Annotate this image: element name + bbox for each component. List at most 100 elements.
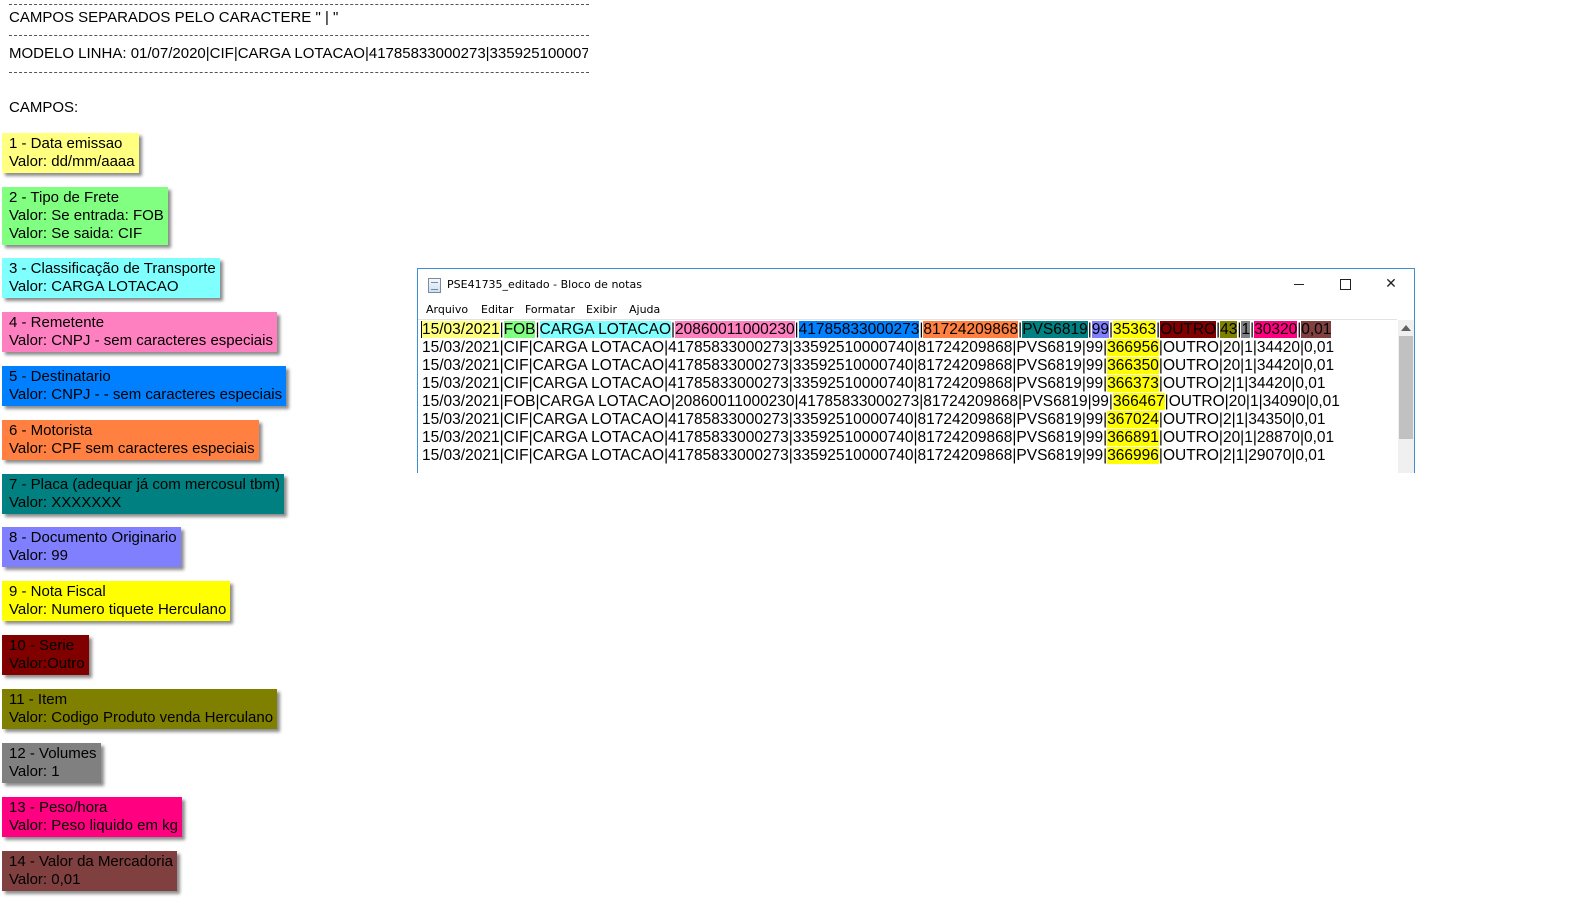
field-note: 2 - Tipo de Frete Valor: Se entrada: FOB V… xyxy=(2,187,168,245)
maximize-button[interactable] xyxy=(1322,269,1368,301)
model-line: MODELO LINHA: 01/07/2020|CIF|CARGA LOTAC… xyxy=(9,45,588,62)
field-note-value: Valor: dd/mm/aaaa xyxy=(9,153,135,170)
field-note-name: 12 - Volumes xyxy=(9,745,97,762)
separator-line xyxy=(9,72,589,73)
minimize-button[interactable] xyxy=(1276,269,1322,301)
pipe-separator: | xyxy=(535,321,540,338)
highlighted-field: FOB xyxy=(503,321,536,338)
field-note-value: Valor:Outro xyxy=(9,655,85,672)
line-text: |OUTRO|20|1|34090|0,01 xyxy=(1164,393,1340,410)
notepad-icon xyxy=(428,278,441,293)
text-line: 15/03/2021|CIF|CARGA LOTACAO|41785833000… xyxy=(422,411,1326,429)
text-line: 15/03/2021|CIF|CARGA LOTACAO|41785833000… xyxy=(422,375,1326,393)
field-note: 7 - Placa (adequar já com mercosul tbm) V… xyxy=(2,474,284,514)
line-text: |OUTRO|20|1|34420|0,01 xyxy=(1158,339,1335,356)
fields-label: CAMPOS: xyxy=(9,99,79,116)
text-line: 15/03/2021|CIF|CARGA LOTACAO|41785833000… xyxy=(422,357,1334,375)
field-note-value: Valor: 99 xyxy=(9,547,68,564)
field-note: 6 - Motorista Valor: CPF sem caracteres e… xyxy=(2,420,259,460)
field-note: 8 - Documento Originario Valor: 99 xyxy=(2,527,181,567)
field-note: 12 - Volumes Valor: 1 xyxy=(2,743,101,783)
field-note-name: 13 - Peso/hora xyxy=(9,799,108,816)
field-note-value: Valor: Peso liquido em kg xyxy=(9,817,178,834)
highlighted-field: 15/03/2021 xyxy=(422,321,500,338)
line-text: 15/03/2021|CIF|CARGA LOTACAO|41785833000… xyxy=(422,447,1108,464)
document-title: CAMPOS SEPARADOS PELO CARACTERE " | " xyxy=(9,9,339,26)
field-note-value: Valor: 0,01 xyxy=(9,871,81,888)
highlighted-field: 20860011000230 xyxy=(675,321,795,338)
field-note-name: 2 - Tipo de Frete xyxy=(9,189,120,206)
field-note-value: Valor: Se entrada: FOB xyxy=(9,207,164,224)
field-note-name: 4 - Remetente xyxy=(9,314,105,331)
field-note-name: 6 - Motorista xyxy=(9,422,93,439)
field-note-name: 9 - Nota Fiscal xyxy=(9,583,106,600)
highlighted-field: 41785833000273 xyxy=(798,321,920,338)
text-editor[interactable]: 15/03/2021|FOB|CARGA LOTACAO|20860011000… xyxy=(418,319,1397,473)
vertical-scrollbar[interactable] xyxy=(1398,320,1414,473)
field-note-value: Valor: 1 xyxy=(9,763,60,780)
field-note-value: Valor: CARGA LOTACAO xyxy=(9,278,179,295)
window-title: PSE41735_editado - Bloco de notas xyxy=(447,278,642,291)
highlighted-field: 1 xyxy=(1241,321,1251,338)
field-note: 9 - Nota Fiscal Valor: Numero tiquete Her… xyxy=(2,581,231,621)
field-note-value: Valor: Numero tiquete Herculano xyxy=(9,601,227,618)
line-text: 15/03/2021|CIF|CARGA LOTACAO|41785833000… xyxy=(422,357,1108,374)
highlighted-nota-fiscal: 366373 xyxy=(1107,375,1159,392)
field-note-value: Valor: CPF sem caracteres especiais xyxy=(9,440,255,457)
highlighted-nota-fiscal: 366996 xyxy=(1107,447,1159,464)
field-note-name: 1 - Data emissao xyxy=(9,135,123,152)
minimize-icon xyxy=(1294,284,1304,285)
highlighted-nota-fiscal: 367024 xyxy=(1107,411,1159,428)
highlighted-field: 81724209868 xyxy=(923,321,1019,338)
text-line: 15/03/2021|CIF|CARGA LOTACAO|41785833000… xyxy=(422,429,1334,447)
line-text: 15/03/2021|CIF|CARGA LOTACAO|41785833000… xyxy=(422,339,1108,356)
field-note-value: Valor: Codigo Produto venda Herculano xyxy=(9,709,274,726)
line-text: |OUTRO|20|1|28870|0,01 xyxy=(1158,429,1335,446)
maximize-icon xyxy=(1340,279,1351,290)
text-caret xyxy=(421,321,422,338)
title-bar[interactable]: PSE41735_editado - Bloco de notas ✕ xyxy=(418,269,1414,301)
text-line: 15/03/2021|FOB|CARGA LOTACAO|20860011000… xyxy=(422,321,1332,339)
field-note-name: 10 - Serie xyxy=(9,637,75,654)
menu-bar: Arquivo Editar Formatar Exibir Ajuda xyxy=(418,301,1414,319)
field-note: 14 - Valor da Mercadoria Valor: 0,01 xyxy=(2,851,177,891)
field-note-name: 14 - Valor da Mercadoria xyxy=(9,853,173,870)
scroll-up-icon[interactable] xyxy=(1401,325,1411,331)
highlighted-nota-fiscal: 366467 xyxy=(1112,393,1165,410)
highlighted-field: 35363 xyxy=(1113,321,1157,338)
highlighted-field: 99 xyxy=(1091,321,1109,338)
field-note-value: Valor: CNPJ - sem caracteres especiais xyxy=(9,332,273,349)
line-text: |OUTRO|2|1|34420|0,01 xyxy=(1158,375,1326,392)
field-note: 5 - Destinatario Valor: CNPJ - - sem cara… xyxy=(2,366,287,406)
menu-ajuda[interactable]: Ajuda xyxy=(629,303,660,316)
field-note: 4 - Remetente Valor: CNPJ - sem caractere… xyxy=(2,312,277,352)
line-text: |OUTRO|20|1|34420|0,01 xyxy=(1158,357,1335,374)
close-icon: ✕ xyxy=(1385,276,1397,292)
menu-exibir[interactable]: Exibir xyxy=(586,303,617,316)
line-text: |OUTRO|2|1|34350|0,01 xyxy=(1158,411,1326,428)
field-note: 3 - Classificação de Transporte Valor: CA… xyxy=(2,258,220,298)
separator-line xyxy=(9,35,589,36)
menu-arquivo[interactable]: Arquivo xyxy=(426,303,468,316)
field-note-value: Valor: CNPJ - - sem caracteres especiais xyxy=(9,386,283,403)
notepad-window: PSE41735_editado - Bloco de notas ✕ Arqu… xyxy=(417,268,1415,473)
separator-line xyxy=(9,4,589,5)
menu-editar[interactable]: Editar xyxy=(481,303,514,316)
highlighted-field: CARGA LOTACAO xyxy=(539,321,672,338)
highlighted-nota-fiscal: 366891 xyxy=(1107,429,1159,446)
scroll-thumb[interactable] xyxy=(1399,336,1413,439)
highlighted-nota-fiscal: 366956 xyxy=(1107,339,1159,356)
menu-formatar[interactable]: Formatar xyxy=(525,303,575,316)
highlighted-field: 30320 xyxy=(1254,321,1298,338)
text-line: 15/03/2021|CIF|CARGA LOTACAO|41785833000… xyxy=(422,339,1334,357)
field-note-name: 7 - Placa (adequar já com mercosul tbm) xyxy=(9,476,280,493)
field-note-name: 11 - Item xyxy=(9,691,68,708)
line-text: 15/03/2021|CIF|CARGA LOTACAO|41785833000… xyxy=(422,429,1108,446)
close-button[interactable]: ✕ xyxy=(1368,269,1414,301)
pipe-separator: | xyxy=(499,321,504,338)
line-text: 15/03/2021|CIF|CARGA LOTACAO|41785833000… xyxy=(422,375,1108,392)
field-note-name: 3 - Classificação de Transporte xyxy=(9,260,216,277)
field-note: 13 - Peso/hora Valor: Peso liquido em kg xyxy=(2,797,182,837)
field-note-name: 8 - Documento Originario xyxy=(9,529,177,546)
field-note: 11 - Item Valor: Codigo Produto venda Her… xyxy=(2,689,278,729)
